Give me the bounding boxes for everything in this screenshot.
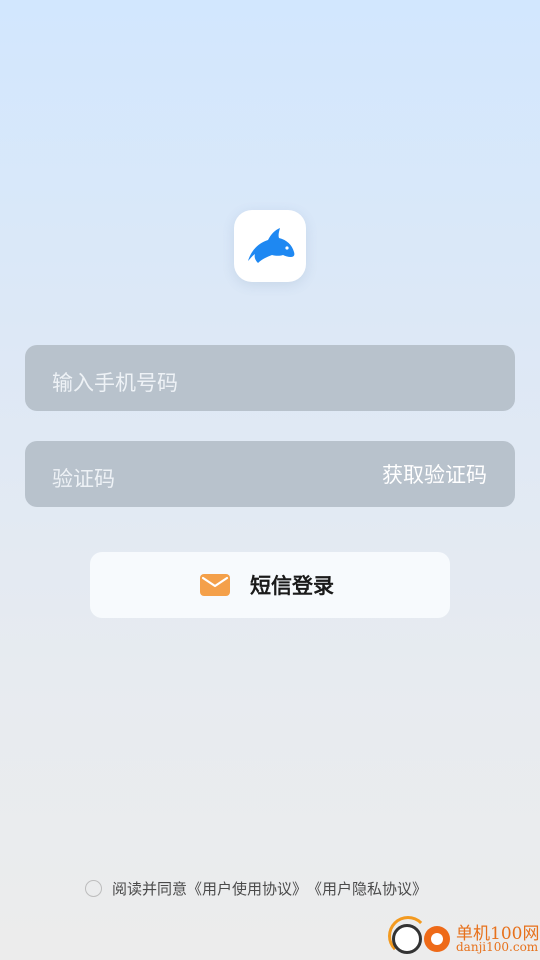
verification-code-input[interactable]: [52, 441, 382, 507]
agree-checkbox[interactable]: [85, 879, 102, 897]
sms-login-button[interactable]: 短信登录: [90, 552, 450, 618]
privacy-agreement-link[interactable]: 《用户隐私协议》: [307, 878, 427, 899]
watermark-logo: 单机100网 danji100.com: [388, 916, 540, 960]
code-field[interactable]: 获取验证码: [25, 441, 515, 507]
agreement-prefix: 阅读并同意: [112, 879, 188, 898]
watermark-dot-icon: [424, 926, 450, 952]
get-code-button[interactable]: 获取验证码: [382, 459, 487, 489]
sms-login-label: 短信登录: [250, 574, 334, 598]
phone-field[interactable]: [25, 345, 515, 411]
agreement-row: 阅读并同意 《用户使用协议》 《用户隐私协议》: [85, 877, 427, 899]
mail-icon: [200, 574, 230, 596]
app-logo: [234, 210, 306, 282]
dolphin-icon: [248, 228, 295, 263]
watermark-plus-icon: [392, 924, 422, 954]
phone-input[interactable]: [52, 345, 382, 411]
watermark-url: danji100.com: [456, 940, 539, 954]
user-agreement-link[interactable]: 《用户使用协议》: [187, 878, 307, 899]
